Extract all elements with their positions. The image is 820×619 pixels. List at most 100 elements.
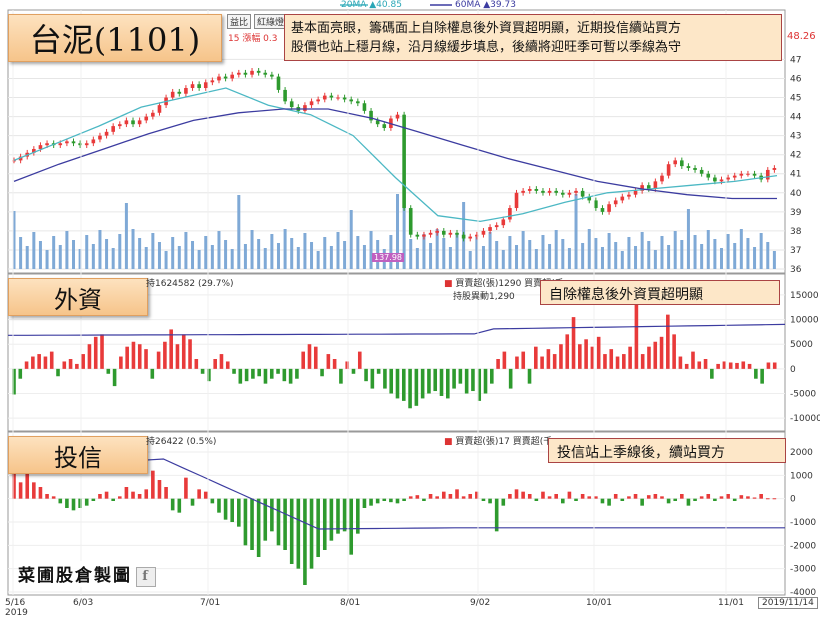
foreign-bar: [710, 368, 714, 379]
foreign-bar: [527, 368, 532, 384]
trust-bar: [104, 491, 109, 499]
foreign-bar: [634, 299, 639, 369]
volume-bar: [481, 246, 485, 269]
price-tick-label: 37: [790, 246, 801, 256]
candle-body: [336, 97, 340, 99]
candle-body: [157, 105, 162, 113]
candle-body: [84, 143, 89, 146]
trust-bar: [223, 498, 228, 520]
volume-bar: [276, 243, 280, 269]
candle-body: [527, 188, 532, 191]
foreign-bar: [320, 368, 324, 377]
volume-bar: [627, 237, 631, 269]
foreign-bar: [188, 339, 192, 369]
volume-bar: [746, 238, 750, 269]
candle-body: [494, 225, 499, 228]
volume-bar: [409, 239, 413, 269]
trust-bar: [554, 494, 558, 499]
trust-bar: [303, 498, 307, 585]
trust-bar: [422, 498, 426, 501]
trust-bar: [541, 491, 545, 499]
foreign-bar: [263, 368, 268, 384]
volume-bar: [270, 234, 274, 269]
trust-bar: [746, 496, 750, 499]
trust-bar: [428, 494, 433, 499]
candle-body: [607, 204, 611, 212]
foreign-bar: [471, 368, 475, 392]
candle-body: [699, 169, 704, 174]
foreign-bar: [269, 368, 274, 379]
trust-bar: [455, 489, 459, 499]
volume-bar: [138, 238, 142, 269]
volume-bar: [660, 236, 664, 269]
candle-body: [117, 124, 122, 127]
candle-body: [441, 230, 446, 235]
tab-pe[interactable]: 益比: [227, 14, 252, 29]
volume-bar: [250, 230, 254, 269]
trust-bar: [673, 498, 678, 501]
foreign-bar: [295, 368, 299, 379]
trust-bar: [170, 498, 175, 511]
candle-body: [508, 208, 512, 220]
trust-bar: [461, 496, 466, 499]
candle-body: [501, 219, 506, 226]
foreign-bar: [181, 334, 186, 369]
volume-bar: [118, 234, 122, 269]
volume-bar: [442, 238, 446, 269]
foreign-bar: [540, 356, 544, 369]
trust-bar: [441, 491, 446, 499]
foreign-bar: [747, 363, 752, 369]
candle-body: [739, 173, 744, 176]
candle-body: [170, 91, 175, 98]
volume-bar: [38, 241, 42, 269]
foreign-bar: [18, 368, 23, 379]
volume-bar: [72, 240, 76, 269]
trust-bar: [250, 498, 254, 550]
trust-bar: [693, 498, 697, 501]
candle-body: [408, 208, 413, 235]
volume-bar: [713, 239, 717, 269]
trust-bar: [151, 470, 155, 499]
trust-bar: [65, 498, 69, 508]
volume-bar: [541, 235, 545, 269]
candle-body: [283, 89, 287, 102]
trust-bar: [527, 494, 532, 499]
volume-bar: [554, 230, 558, 269]
candle-body: [243, 72, 248, 75]
candle-body: [633, 190, 638, 195]
foreign-bar: [464, 368, 469, 394]
foreign-bar: [257, 368, 261, 377]
candle-body: [362, 103, 367, 111]
trust-bar: [91, 498, 96, 501]
tab-light[interactable]: 紅綠燈: [254, 14, 288, 29]
candle-body: [521, 190, 525, 193]
trust-bar: [131, 491, 135, 499]
price-tick-label: 41: [790, 170, 801, 180]
foreign-bar: [194, 359, 199, 369]
foreign-bar: [766, 362, 771, 369]
trust-bar: [660, 496, 664, 499]
trust-bar: [395, 498, 400, 504]
volume-bar: [349, 210, 353, 269]
volume-bar: [653, 250, 657, 269]
foreign-bar: [672, 334, 676, 369]
trust-bar: [481, 498, 486, 501]
facebook-icon[interactable]: f: [136, 566, 156, 587]
volume-bar: [111, 248, 115, 269]
volume-bar: [323, 237, 327, 269]
trust-bar: [256, 498, 261, 557]
foreign-bar: [93, 336, 98, 369]
ma60-legend: 60MA ▲39.73: [455, 0, 516, 10]
foreign-bar: [534, 346, 538, 369]
trust-bar: [296, 498, 301, 569]
foreign-bar: [559, 344, 563, 369]
foreign-bar: [370, 368, 375, 389]
volume-bar: [105, 239, 109, 269]
foreign-bar: [389, 368, 394, 394]
trust-bar: [369, 498, 373, 506]
volume-bar: [58, 245, 62, 269]
foreign-bar: [691, 351, 695, 369]
price-tick-label: 38: [790, 227, 802, 237]
foreign-bar: [414, 368, 419, 406]
volume-bar: [429, 243, 433, 269]
